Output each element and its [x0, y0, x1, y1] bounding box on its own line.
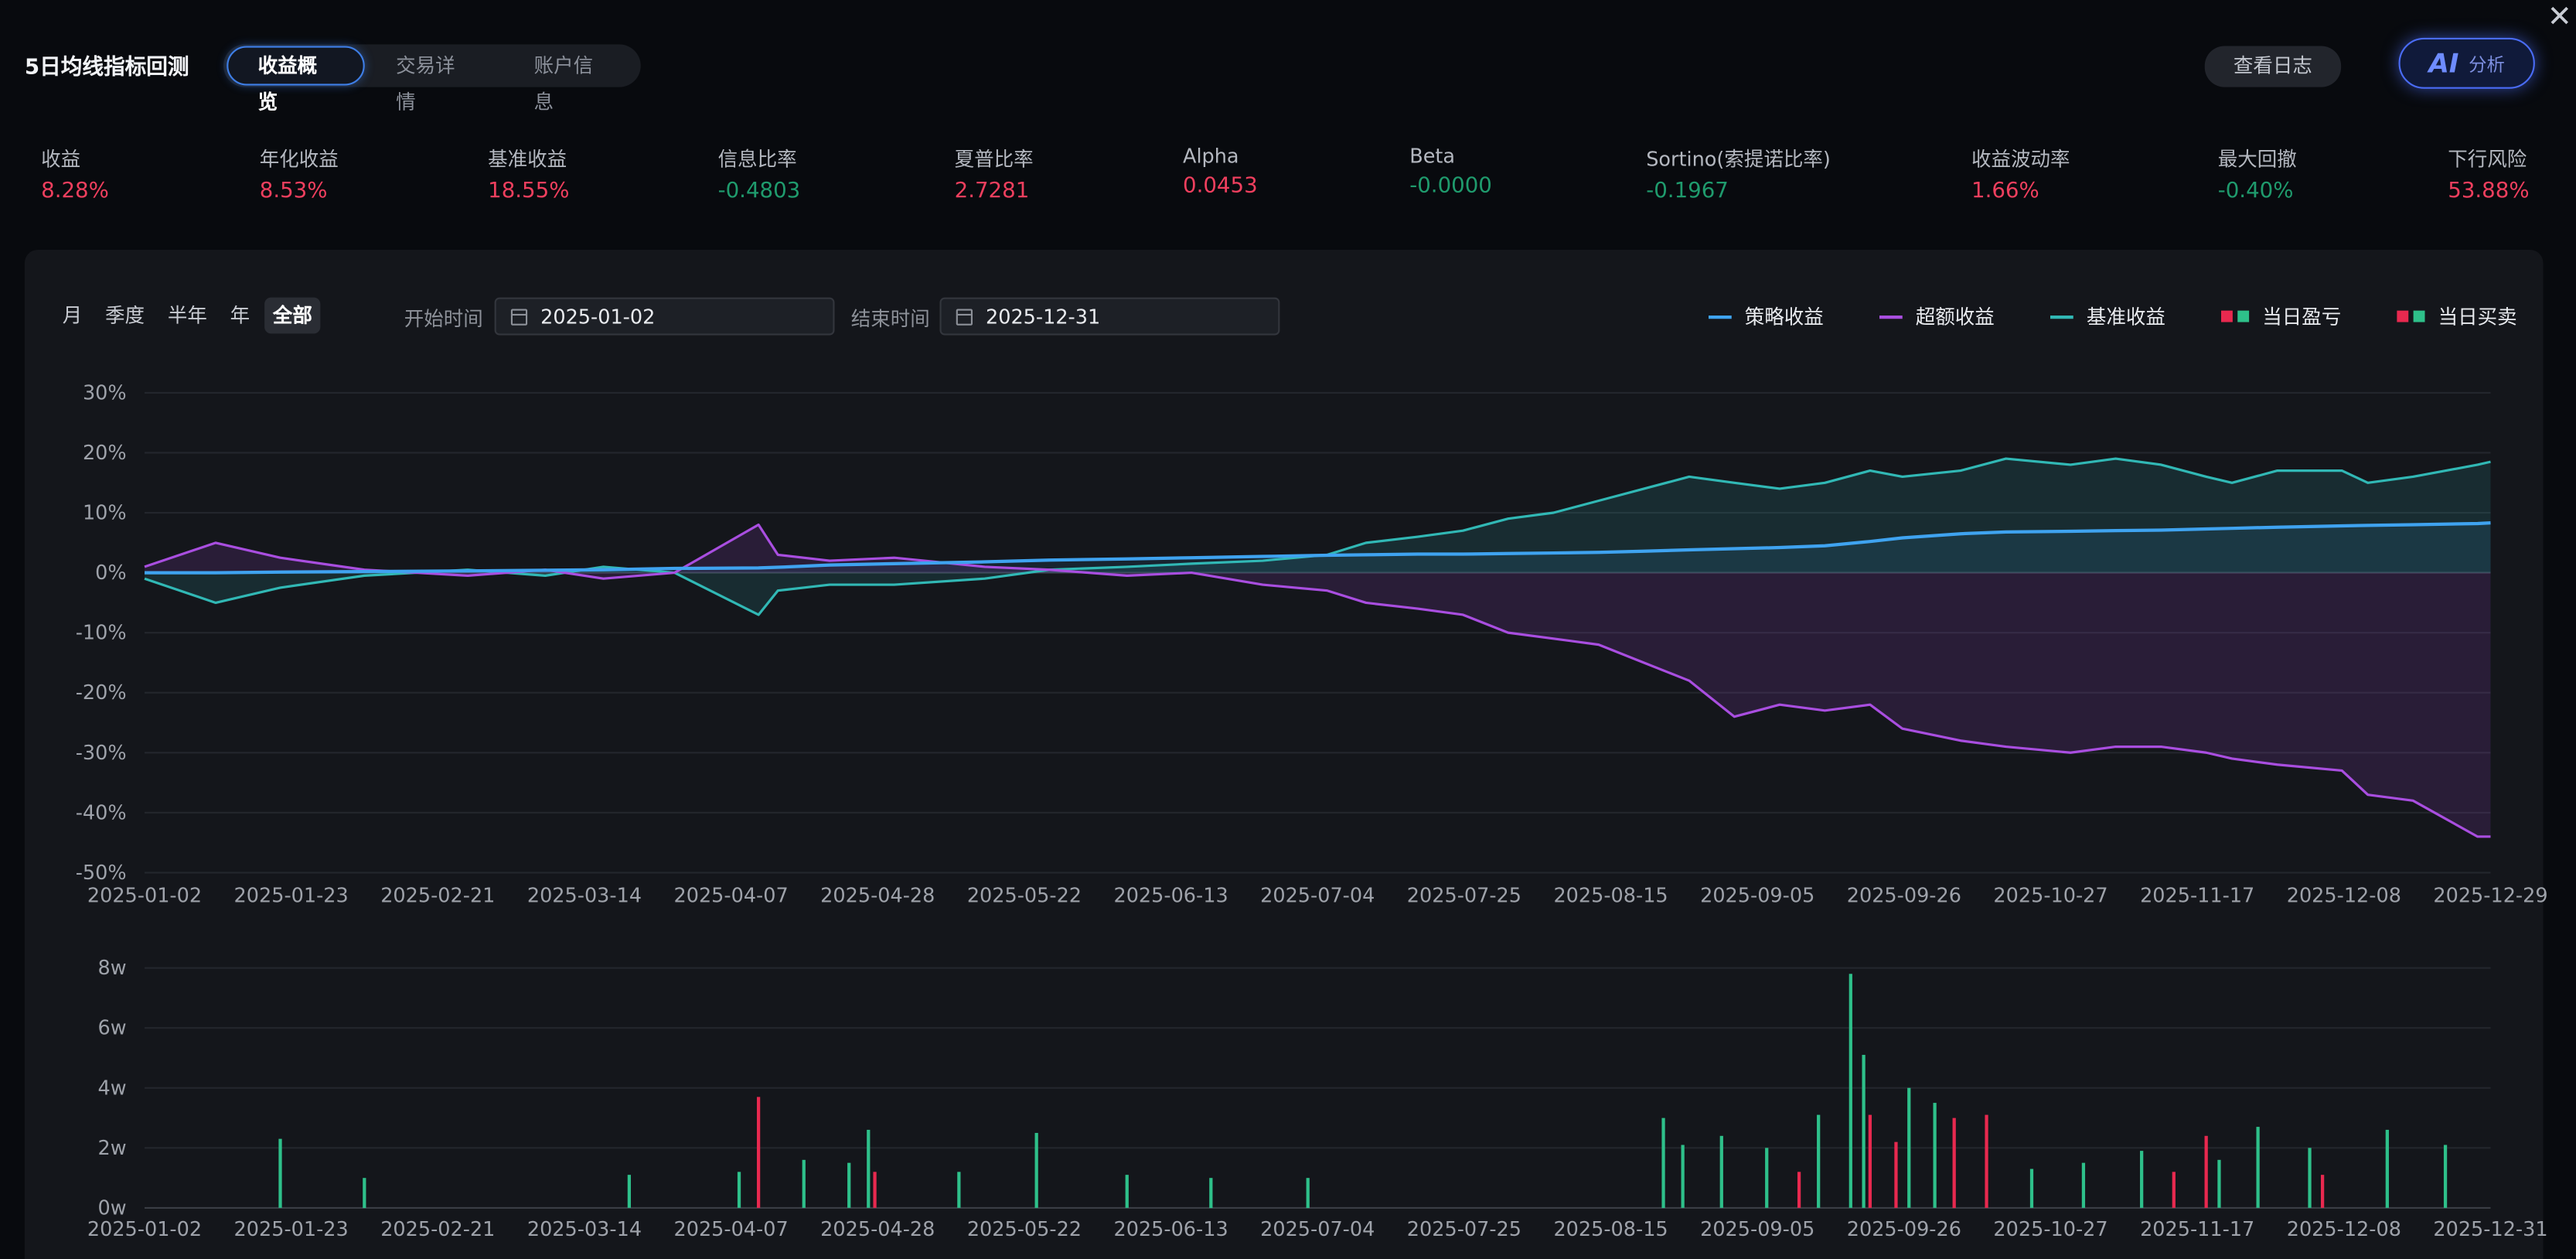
y-tick-label: 6w	[98, 1017, 127, 1040]
x-tick-label: 2025-08-15	[1553, 885, 1668, 908]
x-tick-label: 2025-07-25	[1407, 1218, 1521, 1241]
volume-bar	[2385, 1129, 2389, 1208]
volume-bar	[1125, 1175, 1129, 1208]
x-tick-label: 2025-01-02	[87, 1218, 202, 1241]
volume-bar	[278, 1138, 282, 1208]
volume-bar	[1933, 1103, 1937, 1208]
volume-bar	[2308, 1148, 2312, 1208]
y-tick-label: 4w	[98, 1076, 127, 1100]
volume-bar	[2140, 1151, 2144, 1208]
volume-bar	[2081, 1162, 2086, 1208]
y-tick-label: -40%	[76, 801, 127, 824]
y-tick-label: 8w	[98, 957, 127, 980]
x-tick-label: 2025-09-05	[1700, 885, 1814, 908]
y-tick-label: 0w	[98, 1196, 127, 1220]
x-tick-label: 2025-09-26	[1847, 1218, 1961, 1241]
volume-bar	[2029, 1169, 2034, 1208]
volume-bar	[957, 1172, 961, 1208]
x-tick-label: 2025-01-02	[87, 885, 202, 908]
x-tick-label: 2025-12-08	[2287, 885, 2401, 908]
x-tick-label: 2025-10-27	[1993, 1218, 2107, 1241]
volume-bar	[1209, 1178, 1213, 1209]
volume-bar	[1719, 1135, 1723, 1208]
x-tick-label: 2025-02-21	[380, 1218, 495, 1241]
x-tick-label: 2025-05-22	[967, 885, 1082, 908]
volume-bar	[2256, 1127, 2260, 1208]
volume-bar	[363, 1178, 366, 1209]
x-tick-label: 2025-03-14	[527, 1218, 642, 1241]
volume-bar	[2172, 1172, 2176, 1208]
x-tick-label: 2025-06-13	[1113, 1218, 1228, 1241]
x-tick-label: 2025-07-04	[1260, 1218, 1375, 1241]
volume-bar	[627, 1175, 631, 1208]
volume-bar	[1907, 1087, 1911, 1208]
volume-bar	[2204, 1135, 2208, 1208]
volume-bar	[847, 1162, 851, 1208]
x-tick-label: 2025-01-23	[234, 885, 349, 908]
volume-bar	[1797, 1172, 1801, 1208]
volume-bar	[737, 1172, 741, 1208]
x-tick-label: 2025-04-28	[820, 885, 935, 908]
y-tick-label: -10%	[76, 622, 127, 645]
x-tick-label: 2025-04-07	[674, 885, 789, 908]
x-tick-label: 2025-11-17	[2140, 1218, 2254, 1241]
volume-bar	[1894, 1141, 1898, 1208]
volume-bar	[2443, 1145, 2448, 1208]
x-tick-label: 2025-06-13	[1113, 885, 1228, 908]
y-tick-label: -30%	[76, 742, 127, 765]
volume-bar	[1817, 1114, 1821, 1208]
x-tick-label: 2025-02-21	[380, 885, 495, 908]
volume-bar	[1862, 1055, 1866, 1208]
volume-bar	[867, 1129, 871, 1208]
volume-bar	[1681, 1145, 1685, 1208]
y-tick-label: 30%	[83, 381, 127, 404]
x-tick-label: 2025-05-22	[967, 1218, 1082, 1241]
volume-bar	[1765, 1148, 1769, 1208]
y-tick-label: 2w	[98, 1137, 127, 1160]
x-tick-label: 2025-12-31	[2433, 1218, 2547, 1241]
volume-bar	[2320, 1175, 2325, 1208]
x-tick-label: 2025-09-26	[1847, 885, 1961, 908]
volume-bar	[1306, 1178, 1310, 1209]
volume-bar	[1661, 1117, 1665, 1209]
volume-bar	[1868, 1114, 1872, 1208]
y-tick-label: 20%	[83, 442, 127, 465]
x-tick-label: 2025-01-23	[234, 1218, 349, 1241]
backtest-window: ✕ 5日均线指标回测 收益概览 交易详情 账户信息 查看日志 AI 分析 收益 …	[0, 0, 2576, 1259]
volume-bar	[873, 1172, 877, 1208]
volume-bar	[756, 1097, 761, 1208]
volume-bar	[1849, 974, 1852, 1208]
y-tick-label: 0%	[95, 561, 126, 585]
x-tick-label: 2025-07-25	[1407, 885, 1521, 908]
x-tick-label: 2025-12-08	[2287, 1218, 2401, 1241]
volume-bar	[2217, 1159, 2221, 1208]
x-tick-label: 2025-09-05	[1700, 1218, 1814, 1241]
volume-bar	[802, 1159, 806, 1208]
y-tick-label: -50%	[76, 862, 127, 885]
x-tick-label: 2025-04-28	[820, 1218, 935, 1241]
x-tick-label: 2025-04-07	[674, 1218, 789, 1241]
x-tick-label: 2025-10-27	[1993, 885, 2107, 908]
y-tick-label: -20%	[76, 681, 127, 705]
charts-canvas: 30%20%10%0%-10%-20%-30%-40%-50%2025-01-0…	[76, 381, 2548, 1241]
x-tick-label: 2025-11-17	[2140, 885, 2254, 908]
volume-bar	[1985, 1114, 1988, 1208]
x-tick-label: 2025-07-04	[1260, 885, 1375, 908]
x-tick-label: 2025-08-15	[1553, 1218, 1668, 1241]
volume-bar	[1034, 1132, 1038, 1208]
y-tick-label: 10%	[83, 502, 127, 525]
volume-bar	[1952, 1117, 1956, 1209]
x-tick-label: 2025-12-29	[2433, 885, 2547, 908]
x-tick-label: 2025-03-14	[527, 885, 642, 908]
